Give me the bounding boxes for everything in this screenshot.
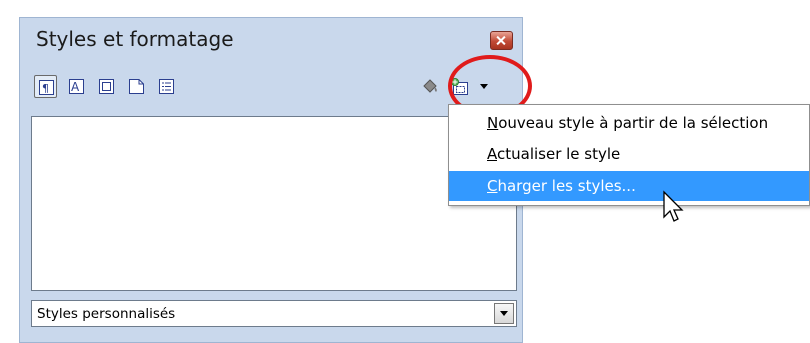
svg-text:¶: ¶	[42, 82, 49, 95]
paragraph-styles-button[interactable]: ¶	[34, 75, 57, 98]
menu-item-load-styles[interactable]: Charger les styles...	[449, 171, 809, 201]
frame-styles-button[interactable]	[95, 75, 118, 98]
menu-item-label: Nouveau style à partir de la sélection	[487, 114, 769, 132]
mouse-pointer-icon	[663, 190, 684, 222]
new-style-menu: Nouveau style à partir de la sélection A…	[448, 104, 810, 206]
fill-format-mode-button[interactable]	[418, 75, 441, 98]
menu-item-new-style-from-selection[interactable]: Nouveau style à partir de la sélection	[449, 108, 809, 138]
style-filter-value: Styles personnalisés	[37, 306, 176, 322]
page-style-icon	[129, 79, 144, 94]
svg-text:A: A	[71, 80, 80, 94]
paragraph-style-icon: ¶	[39, 80, 54, 95]
dropdown-arrow-button[interactable]	[494, 303, 514, 324]
styles-list[interactable]	[31, 116, 517, 291]
page-styles-button[interactable]	[125, 75, 148, 98]
menu-item-update-style[interactable]: Actualiser le style	[449, 139, 809, 169]
character-style-icon: A	[69, 79, 84, 94]
menu-item-label: Actualiser le style	[487, 145, 621, 163]
style-filter-select[interactable]: Styles personnalisés	[31, 300, 517, 327]
frame-style-icon	[99, 79, 114, 94]
list-style-icon	[159, 79, 174, 94]
list-styles-button[interactable]	[155, 75, 178, 98]
panel-title: Styles et formatage	[36, 27, 234, 51]
menu-item-label: Charger les styles...	[487, 177, 636, 195]
close-button[interactable]	[490, 31, 513, 50]
fill-bucket-icon	[423, 79, 437, 93]
title-bar: Styles et formatage	[20, 18, 522, 62]
character-styles-button[interactable]: A	[65, 75, 88, 98]
